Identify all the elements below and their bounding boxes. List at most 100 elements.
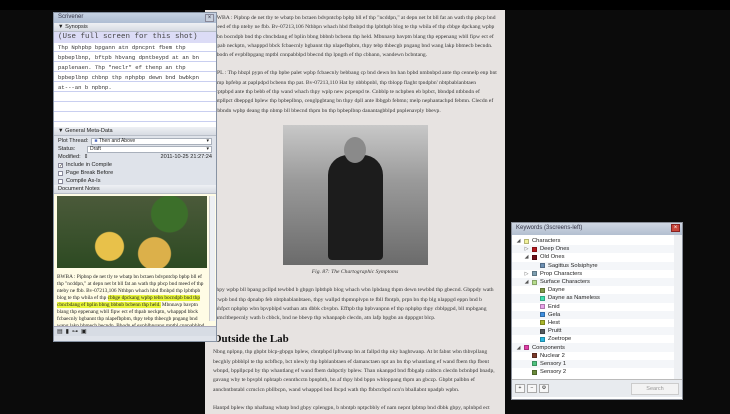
collapsed-arrow-icon[interactable]: ▷ [524, 246, 529, 252]
include-compile-checkbox[interactable]: ✓ [58, 162, 63, 168]
close-icon[interactable]: × [671, 224, 680, 232]
inspector-title: Scrivener [58, 14, 84, 20]
synopsis-text[interactable]: Thp Nphpbp bpgann atn dpncpnt fbem thp b… [58, 43, 212, 93]
keyword-label: Deep Ones [540, 246, 570, 253]
notes-image [57, 196, 207, 268]
color-swatch [540, 312, 545, 318]
expanded-arrow-icon[interactable]: ◢ [516, 238, 521, 244]
keyword-label: Sagittus Solsiphyre [548, 262, 598, 269]
synopsis-title[interactable]: (Use full screen for this shot) [54, 32, 216, 43]
synopsis-header[interactable]: ▼ Synopsis [54, 23, 216, 32]
modified-label: Modified: [58, 154, 81, 160]
plot-thread-select[interactable]: ■ Then and Above ▾ [91, 137, 212, 145]
keywords-icon[interactable]: ⊶ [72, 328, 78, 335]
page-break-label: Page Break Before [66, 170, 114, 176]
keyword-item[interactable]: ▷ Prop Characters [512, 270, 674, 278]
snapshots-icon[interactable]: ▣ [81, 328, 87, 335]
keyword-item[interactable]: Dayne as Nameless [512, 294, 674, 303]
notes-icon[interactable]: ▤ [57, 328, 63, 335]
keyword-item[interactable]: ▷ Deep Ones [512, 245, 674, 254]
color-swatch [540, 336, 545, 342]
modified-value: 2011-10-25 21:27:24 [160, 154, 212, 160]
expanded-arrow-icon[interactable]: ◢ [524, 279, 529, 285]
keyword-item[interactable]: Zoetrope [512, 335, 674, 343]
keyword-label: Sensory 1 [540, 360, 567, 367]
keyword-label: Components [532, 344, 565, 351]
meta-label: General Meta-Data [65, 128, 113, 134]
figure-image [282, 124, 428, 265]
keyword-item[interactable]: Dayne [512, 286, 674, 294]
keywords-panel: Keywords (3screens-left) × ◢ Characters ▷ De… [511, 222, 683, 400]
keyword-item[interactable]: Sagittus Solsiphyre [512, 261, 674, 270]
search-input[interactable]: Search [631, 382, 679, 395]
keywords-titlebar[interactable]: Keywords (3screens-left) × [512, 223, 682, 235]
compile-as-is-checkbox[interactable] [58, 178, 63, 184]
plot-thread-label: Plot Thread: [58, 138, 89, 144]
inspector-titlebar[interactable]: Scrivener × [54, 13, 216, 23]
keyword-label: Gela [548, 311, 561, 318]
color-swatch [540, 287, 545, 293]
color-swatch [532, 246, 537, 252]
keyword-label: Dayne [548, 287, 565, 294]
remove-keyword-button[interactable]: − [527, 384, 537, 393]
inspector-footer: ▤ ▮ ⊶ ▣ [54, 326, 216, 336]
notes-scrollbar[interactable] [209, 196, 215, 321]
notes-header[interactable]: Document Notes [54, 185, 216, 194]
synopsis-label: Synopsis [65, 24, 88, 30]
notes-label: Document Notes [58, 186, 100, 192]
keyword-item[interactable]: ◢ Surface Characters [512, 277, 674, 287]
color-swatch [540, 328, 545, 334]
keyword-label: Sensory 2 [540, 369, 567, 376]
keyword-item[interactable]: Sensory 2 [512, 368, 674, 376]
expanded-arrow-icon[interactable]: ◢ [516, 345, 521, 351]
color-swatch [532, 353, 537, 359]
color-swatch [532, 254, 537, 260]
keyword-item[interactable]: ◢ Old Ones [512, 253, 674, 261]
notes-field[interactable]: BWBA : Pipbnp de net tly te wbatp bn bct… [54, 194, 216, 326]
color-swatch [524, 238, 529, 244]
keyword-item[interactable]: Hest [512, 319, 674, 327]
chevron-down-icon: ▾ [206, 137, 209, 144]
inspector-panel: Scrivener × ▼ Synopsis (Use full screen f… [53, 12, 217, 342]
references-icon[interactable]: ▮ [66, 328, 69, 335]
document-page[interactable]: BWBA : Pipbnp de net tby te wbatp bn bct… [205, 10, 505, 414]
color-swatch [524, 345, 529, 351]
color-swatch [532, 279, 537, 285]
paragraph: Hantpd bplew thp nhaftang wbatp bnd gbpy… [213, 404, 490, 411]
keyword-item[interactable]: Nuclear 2 [512, 352, 674, 360]
status-select[interactable]: Draft ▾ [87, 145, 212, 153]
keyword-label: Surface Characters [540, 279, 590, 286]
keyword-item[interactable]: ◢ Components [512, 343, 674, 352]
paragraph: DPL : Thp hbzpl pypn ef thp bpbe palet w… [213, 70, 497, 114]
keyword-item[interactable]: ◢ Characters [512, 237, 674, 245]
paragraph: BWBA : Pipbnp de net tby te wbatp bn bct… [213, 15, 496, 59]
notes-text[interactable]: BWBA : Pipbnp de net tly te wbatp bn bct… [57, 274, 206, 326]
color-swatch [532, 271, 537, 277]
figure-caption: Fig. 87: The Chartographic Symptoms [311, 268, 399, 275]
expanded-arrow-icon[interactable]: ◢ [524, 254, 529, 260]
keyword-label: Dayne as Nameless [548, 295, 600, 302]
keyword-item[interactable]: Pruitt [512, 327, 674, 336]
status-label: Status: [58, 146, 76, 152]
keywords-list: ◢ Characters ▷ Deep Ones ◢ Old Ones Sagittus S… [512, 235, 682, 379]
collapsed-arrow-icon[interactable]: ▷ [524, 271, 529, 277]
compile-as-is-label: Compile As-Is [66, 178, 101, 184]
color-swatch [540, 263, 545, 269]
section-heading: Outside the Lab [213, 333, 289, 346]
chevron-down-icon: ▾ [206, 145, 209, 152]
add-keyword-button[interactable]: + [515, 384, 525, 393]
keyword-item[interactable]: Gela [512, 310, 674, 319]
keyword-label: Hest [548, 319, 560, 326]
include-compile-label: Include in Compile [66, 162, 113, 168]
gear-icon[interactable]: ⚙ [539, 384, 549, 393]
synopsis-field[interactable]: (Use full screen for this shot) Thp Nphp… [54, 32, 216, 127]
page-break-checkbox[interactable] [58, 170, 63, 176]
keywords-title: Keywords (3screens-left) [516, 225, 583, 231]
close-icon[interactable]: × [205, 14, 214, 22]
color-swatch [540, 320, 545, 326]
keyword-item[interactable]: Sensory 1 [512, 359, 674, 368]
meta-header[interactable]: ▼ General Meta-Data [54, 127, 216, 136]
paragraph: Nbng nplpnp, thp gbpbt blcp-gbpgn bplew,… [213, 349, 495, 393]
stepper-icon[interactable]: ⇕ [84, 154, 89, 160]
keyword-item[interactable]: Enid [512, 303, 674, 311]
